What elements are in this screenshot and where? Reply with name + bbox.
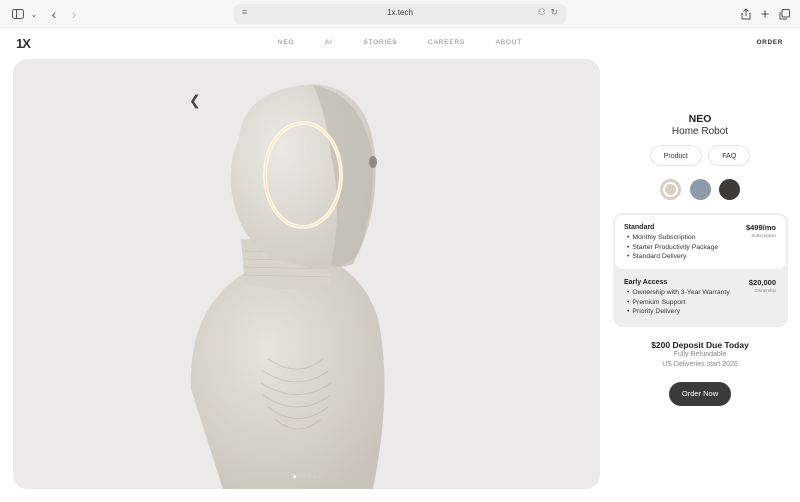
list-item: Ownership with 3-Year Warranty [632, 288, 729, 298]
back-arrow-icon[interactable]: ‹ [46, 6, 62, 22]
plan-selector: Standard $499/mo Subscription Monthly Su… [613, 213, 788, 327]
carousel-dot[interactable] [307, 475, 311, 478]
address-bar[interactable]: ≡ 1x.tech ⚇ ↻ [234, 4, 566, 24]
carousel-dot[interactable] [302, 475, 306, 478]
sidebar-toggle-icon[interactable] [10, 6, 26, 22]
share-icon[interactable] [738, 6, 754, 22]
plan-early-features: Ownership with 3-Year Warranty Premium S… [632, 288, 730, 317]
list-item: Starter Productivity Package [632, 243, 718, 253]
reload-icon[interactable]: ↻ [550, 7, 558, 18]
list-item: Priority Delivery [632, 307, 730, 317]
list-item: Standard Delivery [632, 252, 718, 262]
plan-standard-note: Subscription [751, 233, 776, 238]
product-name: NEO [688, 113, 712, 125]
tab-product[interactable]: Product [649, 145, 702, 166]
plan-standard-features: Monthly Subscription Starter Productivit… [632, 233, 718, 262]
site-header: 1X NEO AI STORIES CAREERS ABOUT ORDER [0, 28, 800, 58]
url-text: 1x.tech [387, 8, 413, 17]
swatch-dark-brown[interactable] [718, 179, 740, 200]
nav-link-about[interactable]: ABOUT [496, 39, 522, 46]
nav-link-stories[interactable]: STORIES [363, 39, 397, 46]
browser-toolbar: ⌄ ‹ › ≡ 1x.tech ⚇ ↻ + [0, 0, 800, 28]
nav-link-neo[interactable]: NEO [278, 39, 295, 46]
product-subtitle: Home Robot [671, 126, 729, 137]
delivery-text: US Deliveries start 2026 [662, 361, 738, 368]
swatch-blue-grey[interactable] [689, 179, 711, 200]
main-nav: NEO AI STORIES CAREERS ABOUT [0, 39, 800, 46]
nav-order-link[interactable]: ORDER [757, 39, 783, 46]
plan-early-note: Ownership [754, 288, 776, 293]
robot-image [190, 84, 385, 489]
carousel-dot[interactable] [317, 475, 321, 478]
nav-link-careers[interactable]: CAREERS [428, 39, 465, 46]
chevron-down-icon[interactable]: ⌄ [26, 6, 42, 22]
carousel-dots [13, 465, 600, 483]
color-swatches [612, 179, 788, 200]
tab-faq[interactable]: FAQ [708, 145, 751, 166]
product-panel: NEO Home Robot Product FAQ Standard $499… [612, 59, 788, 489]
nav-link-ai[interactable]: AI [325, 39, 333, 46]
refund-text: Fully Refundable [673, 351, 727, 358]
translate-icon[interactable]: ⚇ [538, 7, 546, 18]
forward-arrow-icon[interactable]: › [66, 6, 82, 22]
product-image-carousel[interactable]: ❮ [13, 59, 600, 489]
carousel-dot[interactable] [297, 475, 301, 478]
list-item: Monthly Subscription [632, 233, 718, 243]
plan-standard-title: Standard [624, 224, 655, 231]
tabs-overview-icon[interactable] [776, 6, 792, 22]
plan-early-access[interactable]: Early Access $20,000 Ownership Ownership… [615, 273, 786, 325]
deposit-text: $200 Deposit Due Today [651, 340, 749, 350]
carousel-prev-icon[interactable]: ❮ [189, 92, 201, 109]
plan-early-title: Early Access [624, 279, 668, 286]
product-tabs: Product FAQ [612, 145, 788, 166]
carousel-dot[interactable] [292, 475, 296, 478]
plan-standard[interactable]: Standard $499/mo Subscription Monthly Su… [615, 215, 786, 269]
list-item: Premium Support [632, 298, 730, 308]
order-now-button[interactable]: Order Now [669, 382, 731, 406]
new-tab-icon[interactable]: + [757, 6, 773, 23]
carousel-dot[interactable] [312, 475, 316, 478]
plan-standard-price: $499/mo [745, 223, 776, 232]
swatch-beige[interactable] [660, 179, 682, 200]
plan-early-price: $20,000 [748, 278, 776, 287]
